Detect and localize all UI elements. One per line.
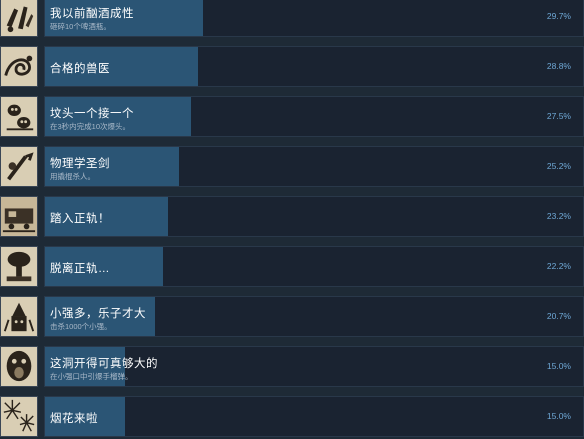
unlock-percent: 27.5%	[546, 111, 571, 121]
achievement-title: 这洞开得可真够大的	[50, 358, 158, 370]
progress-track: 坟头一个接一个 在3秒内完成10次爆头。 27.5%	[44, 96, 584, 137]
unlock-percent: 28.8%	[546, 61, 571, 71]
zombie-icon	[0, 296, 38, 337]
achievement-title: 烟花来啦	[50, 413, 98, 425]
progress-track: 我以前酗酒成性 砸碎10个啤酒瓶。 29.7%	[44, 0, 584, 37]
achievement-row[interactable]: 小强多，乐子才大 击杀1000个小强。 20.7%	[0, 296, 584, 342]
achievement-row[interactable]: 物理学圣剑 用撬棍杀人。 25.2%	[0, 146, 584, 192]
snake-icon	[0, 46, 38, 87]
achievement-title: 我以前酗酒成性	[50, 8, 134, 20]
scream-icon	[0, 346, 38, 387]
skull-icon	[0, 96, 38, 137]
achievement-title: 踏入正轨！	[50, 213, 110, 225]
fireworks-icon	[0, 396, 38, 437]
unlock-percent: 25.2%	[546, 161, 571, 171]
achievement-description: 用撬棍杀人。	[50, 172, 95, 181]
crowbar-icon	[0, 146, 38, 187]
achievement-title: 物理学圣剑	[50, 158, 110, 170]
unlock-percent: 29.7%	[546, 11, 571, 21]
progress-track: 脱离正轨… 22.2%	[44, 246, 584, 287]
achievement-description: 在小强口中引爆手榴弹。	[50, 372, 133, 381]
achievement-row[interactable]: 脱离正轨… 22.2%	[0, 246, 584, 292]
achievement-row[interactable]: 合格的兽医 28.8%	[0, 46, 584, 92]
achievement-description: 击杀1000个小强。	[50, 322, 112, 331]
progress-track: 合格的兽医 28.8%	[44, 46, 584, 87]
progress-track: 烟花来啦 15.0%	[44, 396, 584, 437]
bottles-icon	[0, 0, 38, 37]
unlock-percent: 20.7%	[546, 311, 571, 321]
achievement-description: 砸碎10个啤酒瓶。	[50, 22, 111, 31]
achievement-page: 我以前酗酒成性 砸碎10个啤酒瓶。 29.7% 合格的兽医 28.8% 坟头一个…	[0, 0, 584, 439]
progress-track: 小强多，乐子才大 击杀1000个小强。 20.7%	[44, 296, 584, 337]
unlock-percent: 22.2%	[546, 261, 571, 271]
train-icon	[0, 196, 38, 237]
achievement-row[interactable]: 踏入正轨！ 23.2%	[0, 196, 584, 242]
achievement-row[interactable]: 我以前酗酒成性 砸碎10个啤酒瓶。 29.7%	[0, 0, 584, 42]
achievement-description: 在3秒内完成10次爆头。	[50, 122, 131, 131]
unlock-percent: 23.2%	[546, 211, 571, 221]
achievement-title: 坟头一个接一个	[50, 108, 134, 120]
progress-track: 踏入正轨！ 23.2%	[44, 196, 584, 237]
achievement-title: 小强多，乐子才大	[50, 308, 146, 320]
progress-track: 这洞开得可真够大的 在小强口中引爆手榴弹。 15.0%	[44, 346, 584, 387]
achievement-row[interactable]: 这洞开得可真够大的 在小强口中引爆手榴弹。 15.0%	[0, 346, 584, 392]
progress-track: 物理学圣剑 用撬棍杀人。 25.2%	[44, 146, 584, 187]
explosion-icon	[0, 246, 38, 287]
achievement-row[interactable]: 坟头一个接一个 在3秒内完成10次爆头。 27.5%	[0, 96, 584, 142]
achievement-title: 合格的兽医	[50, 63, 110, 75]
unlock-percent: 15.0%	[546, 411, 571, 421]
unlock-percent: 15.0%	[546, 361, 571, 371]
achievement-title: 脱离正轨…	[50, 263, 110, 275]
achievement-row[interactable]: 烟花来啦 15.0%	[0, 396, 584, 439]
